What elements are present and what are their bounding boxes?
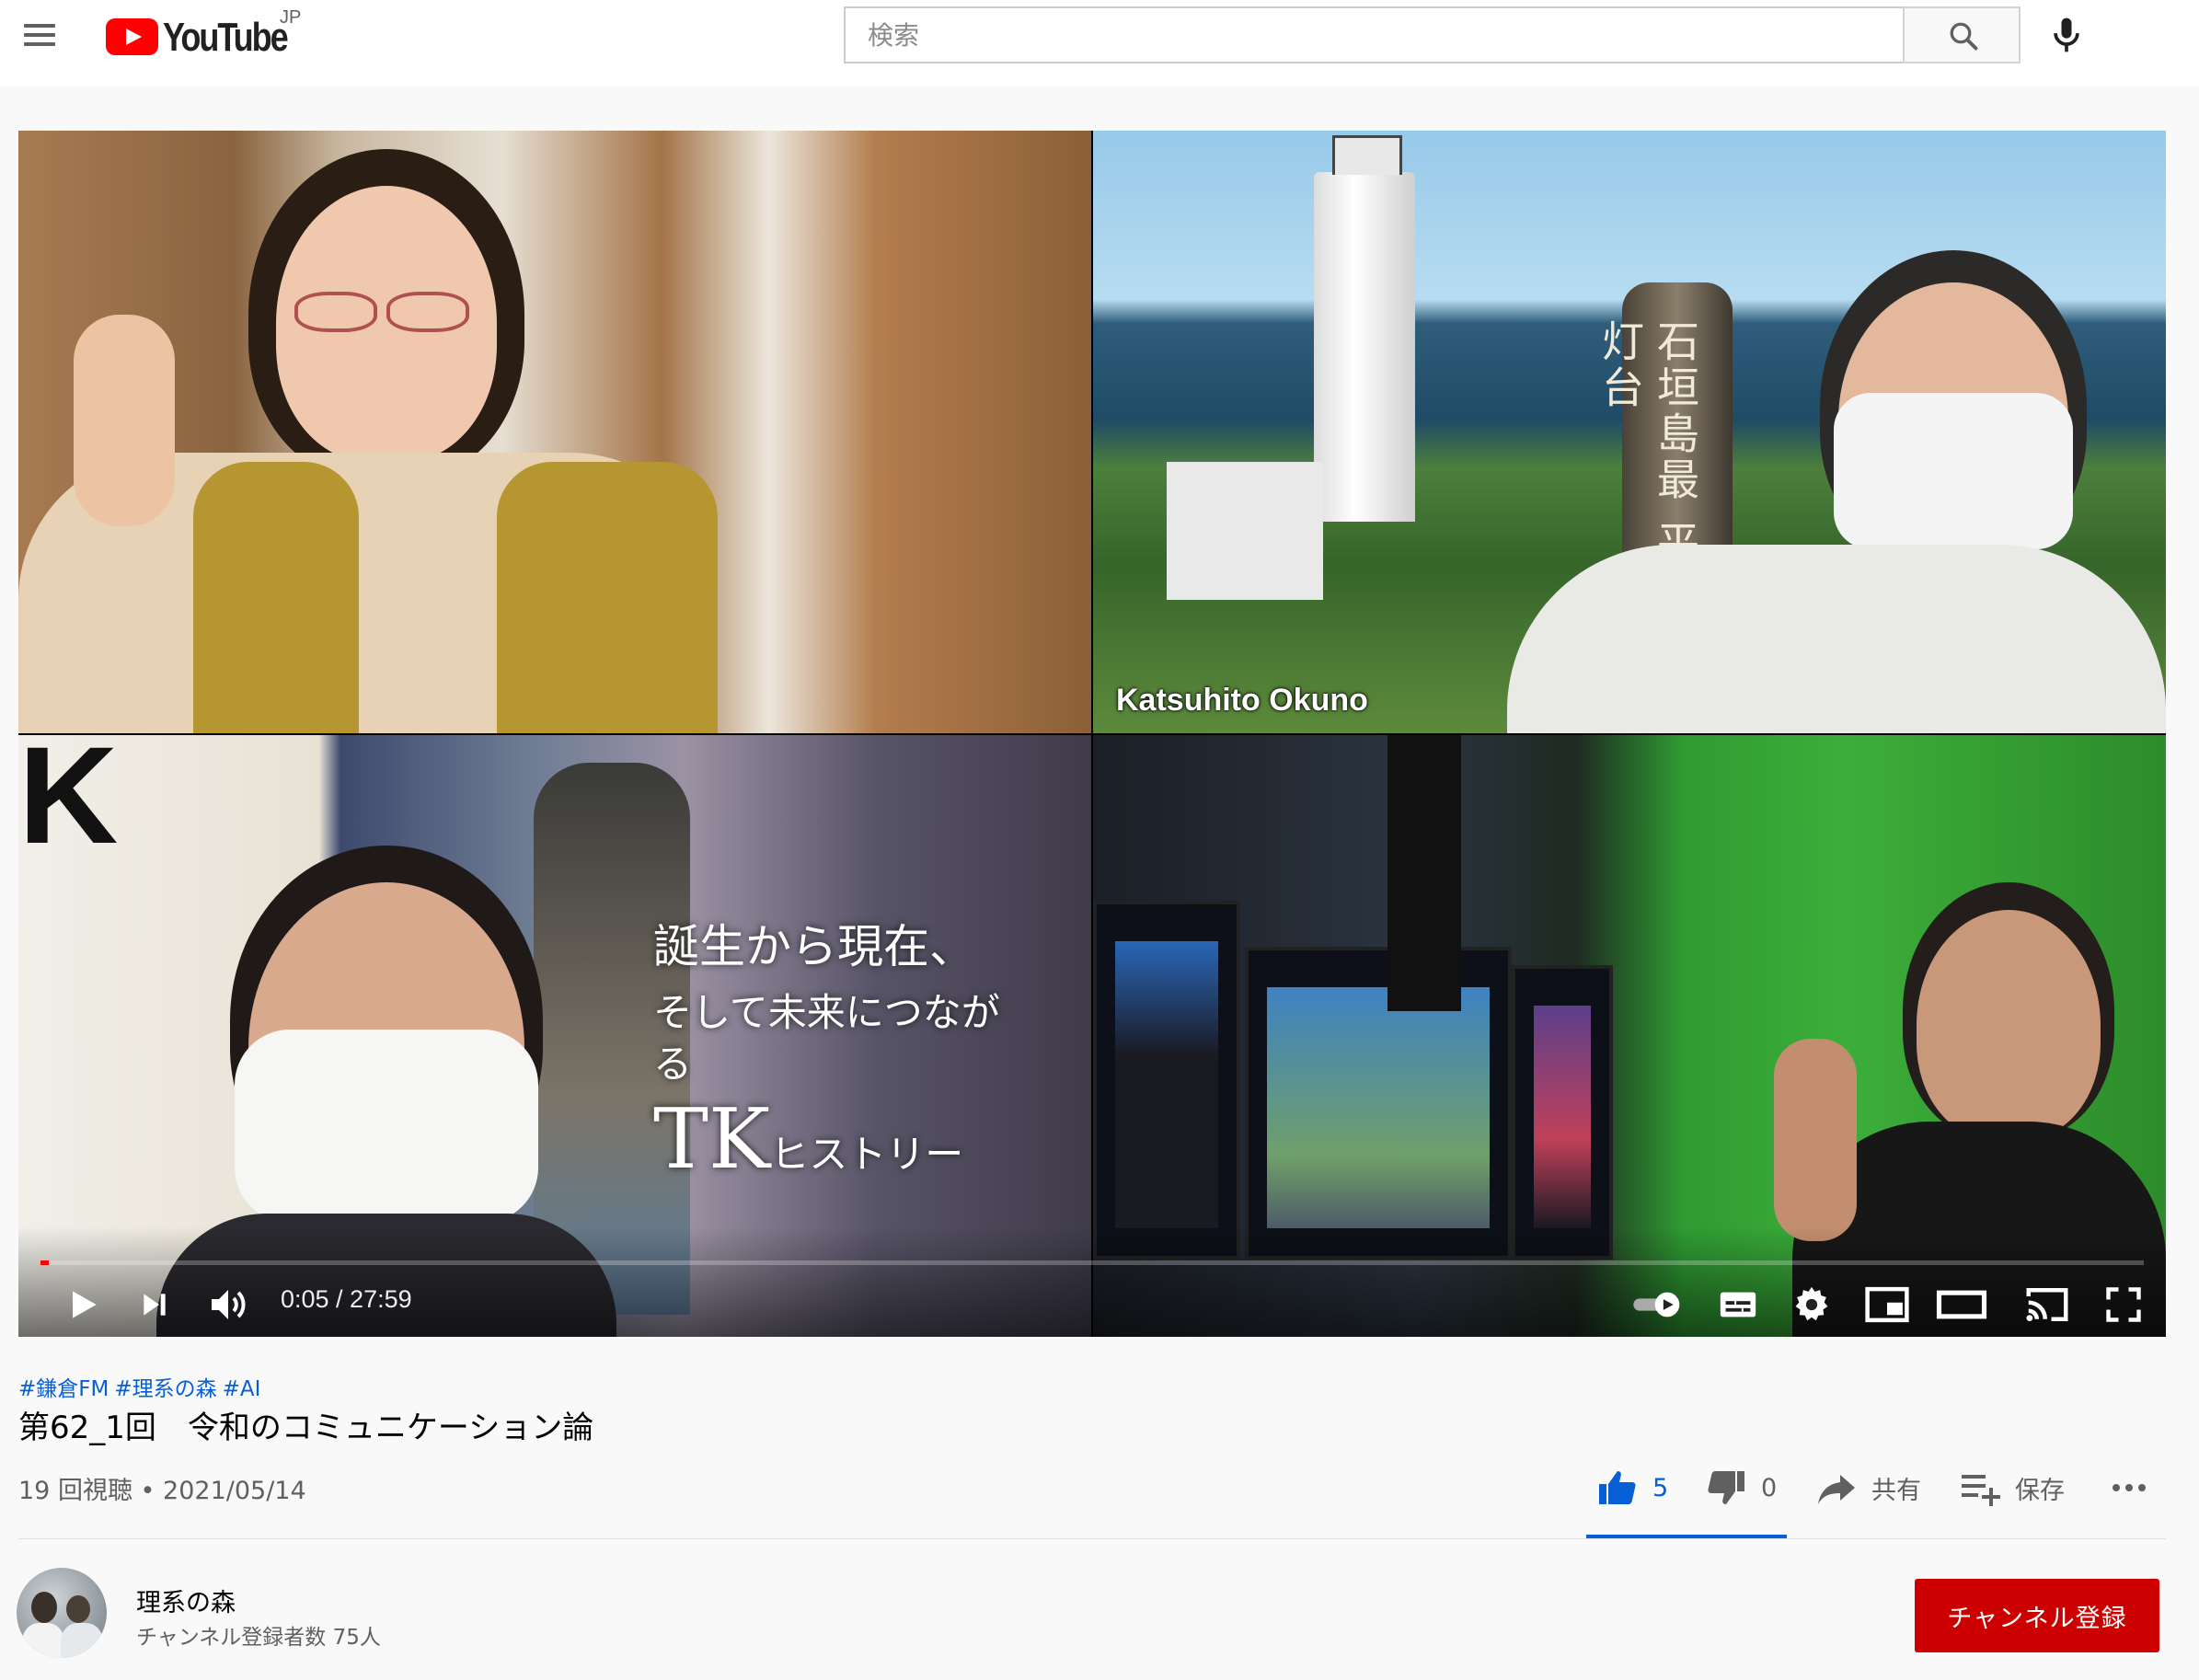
- participant-name-label: Katsuhito Okuno: [1116, 683, 1368, 718]
- overlay-line-3: TKヒストリー: [653, 1094, 1003, 1201]
- logo-text: YouTube: [163, 15, 289, 60]
- channel-name[interactable]: 理系の森: [136, 1582, 236, 1618]
- more-horizontal-icon: [2113, 1484, 2146, 1491]
- studio-monitor-left: [1093, 901, 1240, 1260]
- masthead: YouTube JP: [0, 0, 2199, 86]
- hashtag-link[interactable]: #鎌倉FM: [18, 1377, 109, 1401]
- subtitles-button[interactable]: [1717, 1279, 1759, 1330]
- like-button[interactable]: 5: [1595, 1465, 1668, 1511]
- progress-bar[interactable]: [40, 1260, 2144, 1265]
- divider: [18, 1538, 2166, 1539]
- save-button[interactable]: 保存: [1958, 1465, 2065, 1511]
- playlist-add-icon: [1962, 1475, 2000, 1506]
- overlay-line-3-main: TK: [653, 1091, 771, 1188]
- face-mask: [1834, 393, 2073, 549]
- theater-icon: [1936, 1290, 1987, 1319]
- share-icon: [1818, 1475, 1855, 1504]
- search-icon: [1950, 22, 1978, 51]
- next-button[interactable]: [136, 1279, 173, 1330]
- studio-monitor-right: [1512, 965, 1613, 1260]
- subtitles-icon: [1720, 1292, 1756, 1318]
- logo-region: JP: [280, 7, 302, 28]
- theater-mode-button[interactable]: [1936, 1279, 1987, 1330]
- gear-icon: [1795, 1286, 1828, 1321]
- settings-button[interactable]: [1790, 1279, 1833, 1330]
- overlay-line-2: そして未来につながる: [653, 990, 1000, 1087]
- play-logo-icon: [106, 18, 158, 55]
- cast-icon: [2026, 1288, 2068, 1321]
- participant-face: [1917, 910, 2101, 1140]
- search-input[interactable]: [844, 6, 1905, 63]
- video-tile-1: [18, 131, 1091, 733]
- glasses-right: [386, 292, 469, 332]
- overlay-line-3-sub: ヒストリー: [770, 1132, 964, 1177]
- fullscreen-button[interactable]: [2103, 1279, 2144, 1330]
- autoplay-toggle-icon: [1633, 1292, 1680, 1318]
- camera-rig: [1387, 735, 1461, 1011]
- time-display: 0:05 / 27:59: [281, 1285, 412, 1313]
- controls-gradient: [18, 1226, 2166, 1337]
- save-label: 保存: [2015, 1476, 2065, 1505]
- subscribe-button[interactable]: チャンネル登録: [1915, 1579, 2159, 1652]
- cast-button[interactable]: [2022, 1279, 2072, 1330]
- share-label: 共有: [1871, 1476, 1921, 1505]
- peace-sign-hand: [74, 315, 175, 526]
- like-count: 5: [1652, 1473, 1669, 1502]
- play-button[interactable]: [63, 1279, 103, 1330]
- overlay-line-1: 誕生から現在、: [653, 920, 975, 973]
- miniplayer-icon: [1865, 1286, 1909, 1323]
- participant-cardigan-right: [497, 462, 718, 733]
- hamburger-menu-icon[interactable]: [18, 17, 61, 53]
- share-button[interactable]: 共有: [1814, 1465, 1921, 1511]
- lighthouse: [1314, 135, 1415, 522]
- channel-avatar[interactable]: [17, 1568, 107, 1658]
- video-tile-2: 石垣島最 平久保崎灯台: [1093, 131, 2166, 733]
- fullscreen-icon: [2106, 1287, 2141, 1322]
- dislike-count: 0: [1761, 1473, 1778, 1502]
- more-actions-button[interactable]: [2107, 1465, 2151, 1511]
- thumbs-up-icon: [1599, 1471, 1636, 1504]
- glasses-left: [294, 292, 377, 332]
- microphone-icon: [2054, 17, 2079, 52]
- hashtag-link[interactable]: #AI: [223, 1377, 261, 1401]
- miniplayer-button[interactable]: [1862, 1279, 1912, 1330]
- next-icon: [144, 1294, 166, 1316]
- video-player[interactable]: 石垣島最 平久保崎灯台 K 誕生から現在、 そして未来につながる TKヒストリー…: [18, 131, 2166, 1337]
- magazine-cover-letter: K: [18, 735, 119, 872]
- youtube-logo[interactable]: YouTube JP: [106, 7, 308, 60]
- participant-cardigan: [193, 462, 359, 733]
- face-mask: [235, 1030, 538, 1223]
- view-count-date: 19 回視聴 • 2021/05/14: [18, 1477, 306, 1505]
- autoplay-toggle[interactable]: [1630, 1279, 1686, 1330]
- volume-button[interactable]: [206, 1279, 250, 1330]
- raised-hand: [1774, 1039, 1857, 1241]
- search-button[interactable]: [1903, 6, 2021, 63]
- progress-bar-played: [40, 1260, 50, 1265]
- studio-monitor-center: [1245, 947, 1512, 1260]
- video-title: 第62_1回 令和のコミュニケーション論: [18, 1410, 594, 1446]
- hashtag-link[interactable]: #理系の森: [114, 1377, 216, 1401]
- tk-history-overlay: 誕生から現在、 そして未来につながる TKヒストリー: [653, 919, 1003, 1201]
- hashtags: #鎌倉FM #理系の森 #AI: [18, 1371, 266, 1402]
- dislike-button[interactable]: 0: [1704, 1465, 1777, 1511]
- thumbs-down-icon: [1708, 1471, 1744, 1504]
- small-building: [1167, 462, 1323, 600]
- participant-shirt: [1507, 545, 2166, 733]
- voice-search-button[interactable]: [2046, 11, 2087, 59]
- volume-icon: [212, 1290, 246, 1319]
- play-icon: [73, 1291, 97, 1318]
- subscriber-count: チャンネル登録者数 75人: [136, 1626, 381, 1650]
